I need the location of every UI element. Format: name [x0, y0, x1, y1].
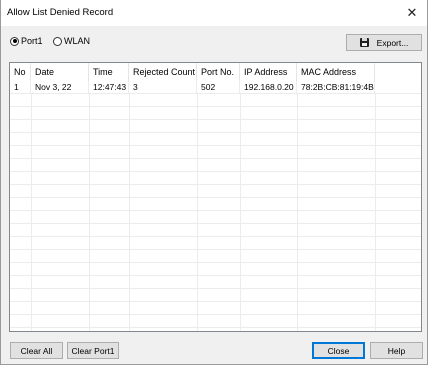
table-row[interactable]: 1 Nov 3, 22 12:47:43 3 502 192.168.0.20 …	[10, 81, 421, 94]
grid-divider	[89, 94, 90, 331]
column-header-time[interactable]: Time	[89, 63, 129, 81]
column-header-rejected-count[interactable]: Rejected Count	[129, 63, 197, 81]
wlan-radio-label: WLAN	[64, 36, 91, 46]
title-bar[interactable]: Allow List Denied Record ✕	[1, 0, 427, 26]
grid-divider	[129, 94, 130, 331]
cell-no: 1	[10, 81, 31, 93]
cell-rejected-count: 3	[129, 81, 197, 93]
radio-unselected-icon	[53, 36, 62, 46]
radio-selected-icon	[10, 36, 19, 46]
export-button[interactable]: Export...	[346, 34, 422, 51]
clear-port1-button[interactable]: Clear Port1	[67, 342, 119, 359]
column-header-no[interactable]: No	[10, 63, 31, 81]
grid-divider	[375, 94, 376, 331]
column-header-port-no[interactable]: Port No.	[197, 63, 240, 81]
floppy-disk-icon	[359, 38, 369, 47]
grid-divider	[31, 94, 32, 331]
denied-record-list[interactable]: No Date Time Rejected Count Port No. IP …	[9, 62, 422, 332]
grid-divider	[240, 94, 241, 331]
list-header: No Date Time Rejected Count Port No. IP …	[10, 63, 421, 81]
port1-radio[interactable]: Port1	[10, 36, 43, 46]
column-header-date[interactable]: Date	[31, 63, 89, 81]
column-header-mac-address[interactable]: MAC Address	[297, 63, 375, 81]
help-button[interactable]: Help	[370, 342, 423, 359]
cell-time: 12:47:43	[89, 81, 129, 93]
cell-ip-address: 192.168.0.20	[240, 81, 297, 93]
cell-date: Nov 3, 22	[31, 81, 89, 93]
grid-divider	[297, 94, 298, 331]
cell-mac-address: 78:2B:CB:81:19:4B	[297, 81, 375, 93]
wlan-radio[interactable]: WLAN	[53, 36, 90, 46]
close-button[interactable]: Close	[312, 342, 365, 359]
port1-radio-label: Port1	[21, 36, 43, 46]
empty-grid-rows	[10, 94, 421, 331]
allow-list-denied-record-dialog: Allow List Denied Record ✕ Port1 WLAN Ex…	[0, 0, 428, 365]
column-header-ip-address[interactable]: IP Address	[240, 63, 297, 81]
cell-port-no: 502	[197, 81, 240, 93]
export-button-label: Export...	[376, 37, 409, 48]
clear-all-button[interactable]: Clear All	[10, 342, 63, 359]
grid-divider	[197, 94, 198, 331]
close-window-icon[interactable]: ✕	[401, 2, 423, 24]
window-title: Allow List Denied Record	[7, 7, 114, 18]
